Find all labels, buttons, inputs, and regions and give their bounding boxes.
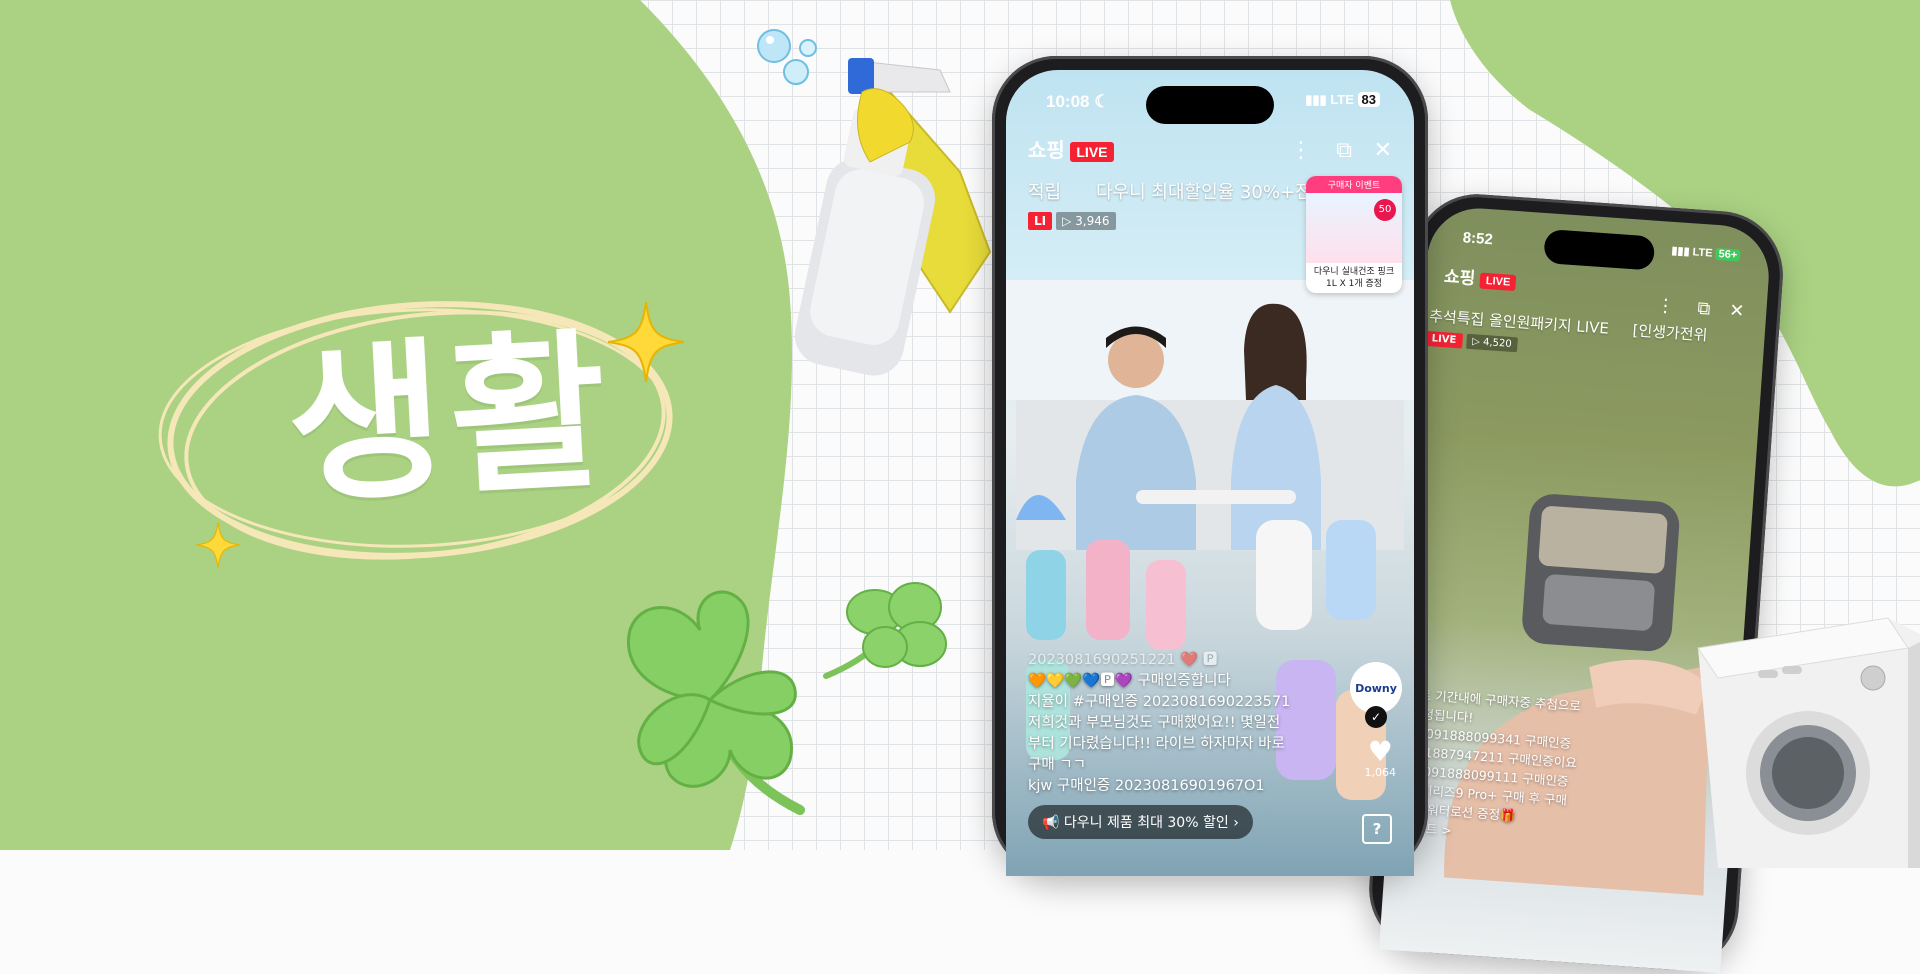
logo-text: 쇼핑 [1028,140,1065,162]
logo-live-tag: LIVE [1070,141,1114,162]
sparkle-icon [608,302,684,382]
close-icon[interactable]: ✕ [1728,300,1746,323]
time-text: 10:08 [1046,92,1090,111]
logo-live-tag: LIVE [1479,272,1517,291]
clover-icon [823,582,947,679]
chat-line: 지율이 #구매인증 2023081690223571 [1028,694,1291,710]
clover-icon [627,590,805,815]
discount-badge: 50 [1374,199,1396,221]
viewer-info: LI ▷ 3,946 [1028,212,1116,230]
product-image: 50 [1306,193,1402,263]
live-screen-main: 10:08 ☾ ▮▮▮ LTE 83 쇼핑 LIVE ⋮ ⧉ ✕ 적립 다우니 … [1006,70,1414,876]
picture-in-picture-icon[interactable]: ⧉ [1697,298,1711,321]
shopping-live-logo: 쇼핑 LIVE [1443,262,1517,292]
chat-feed: 2023081690251221 ❤️ 🅿 🧡💛💚💙🅿💜 구매인증합니다 지율이… [1028,650,1290,797]
chat-line: 🧡💛💚💙🅿💜 구매인증합니다 [1028,673,1231,689]
viewer-count: ▷ 4,520 [1465,333,1519,353]
like-button[interactable]: ♥ 1,064 [1364,735,1397,780]
moon-icon: ☾ [1094,92,1110,111]
status-time: 10:08 ☾ [1046,92,1109,112]
shopping-live-logo: 쇼핑 LIVE [1028,134,1114,163]
carrier-label: LTE [1692,246,1713,260]
product-line-1: 다우니 실내건조 핑크 [1313,267,1395,277]
chat-line: kjw 구매인증 20230816901967O1 [1028,778,1265,794]
carrier-label: LTE [1330,92,1354,107]
phone-main: 10:08 ☾ ▮▮▮ LTE 83 쇼핑 LIVE ⋮ ⧉ ✕ 적립 다우니 … [992,56,1428,876]
status-indicators: ▮▮▮ LTE 56+ [1671,244,1741,262]
battery-indicator: 83 [1357,92,1380,107]
chat-line: 구매 ㄱㄱ [1028,757,1086,773]
logo-text: 쇼핑 [1443,267,1476,289]
spray-bottle-icon [794,58,992,376]
battery-indicator: 56+ [1715,247,1741,262]
chat-line: 저희것과 부모님것도 구매했어요!! 몇일전 [1028,715,1281,731]
chat-line: 2023081690251221 ❤️ 🅿 [1028,652,1218,668]
heart-icon: ♥ [1367,735,1393,768]
status-indicators: ▮▮▮ LTE 83 [1305,92,1380,108]
like-count: 1,064 [1364,766,1397,779]
viewer-count: ▷ 3,946 [1056,212,1116,230]
sparkle-icon [196,522,240,568]
promo-banner-text: 다우니 제품 최대 30% 할인 [1063,815,1229,831]
close-icon[interactable]: ✕ [1374,140,1392,162]
more-vertical-icon[interactable]: ⋮ [1656,295,1675,318]
megaphone-icon: 📢 [1042,815,1060,831]
signal-icon: ▮▮▮ [1671,244,1694,259]
headline-text-2: [인생가전위 [1632,321,1708,345]
live-badge: LI [1028,212,1053,230]
chat-line: 부터 기다렸습니다!! 라이브 하자마자 바로 [1028,736,1285,752]
product-card-text: 다우니 실내건조 핑크 1L X 1개 증정 [1306,263,1402,293]
tab-reward[interactable]: 적립 [1028,178,1061,204]
promo-banner[interactable]: 📢 다우니 제품 최대 30% 할인 › [1028,805,1253,839]
signal-icon: ▮▮▮ [1305,92,1331,107]
chevron-right-icon: › [1233,815,1239,831]
product-line-2: 1L X 1개 증정 [1325,279,1383,289]
washing-machine-icon [1697,617,1920,868]
check-icon: ✓ [1365,706,1387,728]
brand-button[interactable]: Downy ✓ [1350,662,1402,728]
product-card[interactable]: 구매자 이벤트 50 다우니 실내건조 핑크 1L X 1개 증정 [1306,176,1402,293]
status-time: 8:52 [1462,229,1494,249]
more-vertical-icon[interactable]: ⋮ [1290,140,1312,162]
help-button[interactable]: ? [1362,814,1392,844]
help-icon: ? [1362,814,1392,844]
picture-in-picture-icon[interactable]: ⧉ [1336,140,1352,162]
viewer-info: LIVE ▷ 4,520 [1425,330,1519,353]
product-card-header: 구매자 이벤트 [1306,176,1402,193]
live-badge: LIVE [1425,330,1463,349]
